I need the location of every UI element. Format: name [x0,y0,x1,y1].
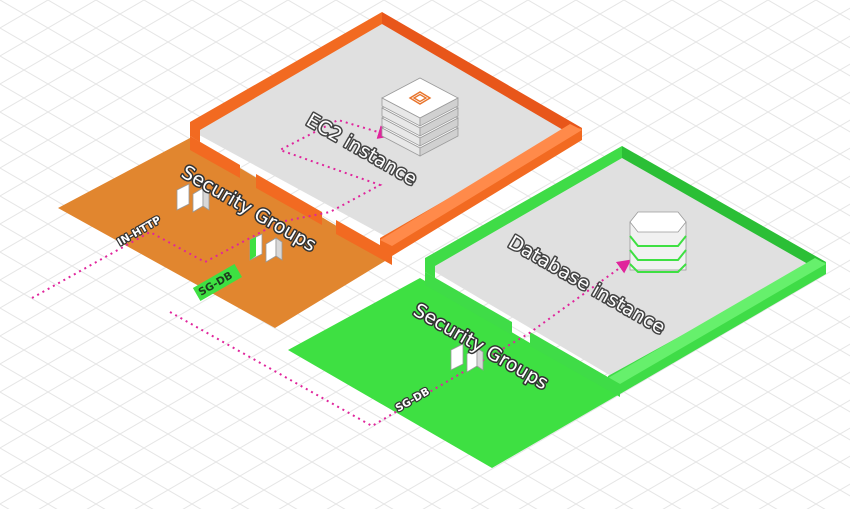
architecture-diagram: EC2 instance Security Groups IN-HTTP SG-… [0,0,850,509]
database-cylinder-icon [629,211,687,273]
